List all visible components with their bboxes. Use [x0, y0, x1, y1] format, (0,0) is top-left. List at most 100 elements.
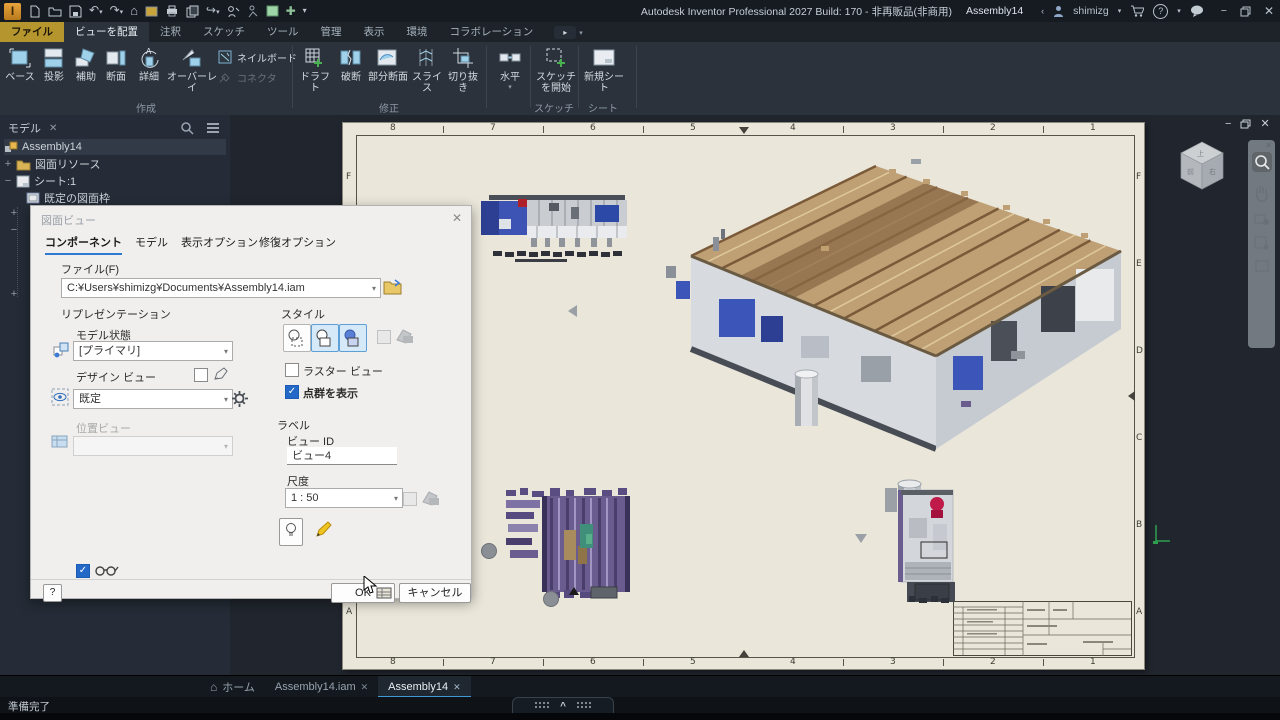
style-hidden-line-button[interactable]: [283, 324, 311, 352]
projected-view-button[interactable]: 投影: [38, 46, 70, 83]
plus-icon[interactable]: ✚: [286, 5, 296, 17]
breakout-button[interactable]: 部分断面: [366, 46, 410, 83]
doc-minimize-button[interactable]: −: [1225, 118, 1231, 130]
qat-overflow-icon[interactable]: ▾: [303, 5, 307, 17]
look-at-icon[interactable]: [1254, 236, 1270, 250]
view-arrow-left[interactable]: [568, 305, 577, 317]
view-plan-bottom[interactable]: [506, 488, 633, 601]
break-button[interactable]: 破断: [336, 46, 366, 83]
help-chevron-icon[interactable]: ▾: [1177, 7, 1181, 15]
file-combo[interactable]: C:¥Users¥shimizg¥Documents¥Assembly14.ia…: [61, 278, 381, 298]
tree-item-default-border[interactable]: 既定の図面枠: [26, 190, 110, 206]
tab-manage[interactable]: 管理: [310, 22, 353, 42]
drawing-view-dialog[interactable]: 図面ビュー ✕ コンポーネント モデル 表示オプション 修復オプション ファイル…: [30, 205, 472, 599]
crop-button[interactable]: 切り抜き: [444, 46, 482, 94]
zoom-orbit-icon[interactable]: [1252, 152, 1272, 172]
minimize-button[interactable]: −: [1221, 5, 1227, 17]
draft-button[interactable]: ドラフト: [296, 46, 334, 94]
tab-file[interactable]: ファイル: [0, 22, 64, 42]
dialog-tab-model[interactable]: モデル: [135, 234, 168, 250]
tab-environments[interactable]: 環境: [396, 22, 439, 42]
chat-icon[interactable]: [1190, 5, 1204, 17]
nailboard-button[interactable]: ネイルボード: [218, 50, 297, 65]
pan-hand-icon[interactable]: [1252, 182, 1272, 202]
cylinder-column[interactable]: [794, 369, 819, 429]
tab-close-icon[interactable]: ✕: [453, 682, 461, 693]
redo-icon[interactable]: ↷▾: [110, 4, 124, 19]
point-cloud-checkbox[interactable]: ✓: [285, 385, 299, 399]
tree-item-assembly[interactable]: Assembly14: [4, 139, 226, 155]
view-cube[interactable]: 上 前 右: [1172, 134, 1232, 196]
screencast-icon[interactable]: ▸: [554, 26, 576, 39]
dock-expand-icon[interactable]: ^: [560, 701, 566, 712]
detail-view-button[interactable]: A 詳細: [131, 46, 167, 83]
tab-tools[interactable]: ツール: [256, 22, 310, 42]
close-button[interactable]: ✕: [1264, 4, 1274, 18]
cancel-button[interactable]: キャンセル: [399, 583, 471, 603]
open-icon[interactable]: [48, 5, 62, 18]
section-view-button[interactable]: 断面: [101, 46, 131, 83]
doc-close-button[interactable]: ✕: [1260, 117, 1269, 130]
overlay-view-button[interactable]: オーバーレイ: [167, 46, 217, 94]
home-icon[interactable]: ⌂: [130, 5, 138, 17]
tree-item-sheet1[interactable]: − シート:1: [4, 173, 76, 189]
screencast-chevron-icon[interactable]: ▾: [579, 29, 583, 37]
horizontal-chevron-icon[interactable]: ▾: [508, 83, 512, 91]
collapse-arrow-icon[interactable]: ‹: [1041, 6, 1044, 16]
design-view-associative-checkbox[interactable]: [194, 368, 208, 382]
zoom-window-icon[interactable]: [1254, 212, 1270, 226]
base-view-button[interactable]: ベース: [2, 46, 38, 83]
browser-tab-label[interactable]: モデル: [8, 120, 41, 136]
view-elevation-right[interactable]: [879, 484, 963, 609]
doc-restore-button[interactable]: [1240, 119, 1251, 129]
browser-close-icon[interactable]: ✕: [49, 123, 57, 134]
tab-place-views[interactable]: ビューを配置: [64, 22, 149, 42]
scale-combo[interactable]: 1 : 50▾: [285, 488, 403, 508]
title-block[interactable]: [953, 601, 1132, 656]
tab-assembly14-dwg[interactable]: Assembly14 ✕: [378, 676, 470, 698]
window-green-icon[interactable]: [266, 5, 279, 17]
view-id-input[interactable]: ビュー4: [287, 447, 397, 465]
copy-icon[interactable]: [186, 5, 199, 18]
tab-collaborate[interactable]: コラボレーション: [439, 22, 545, 42]
raster-view-checkbox[interactable]: [285, 363, 299, 377]
grip-dot[interactable]: [543, 591, 559, 607]
start-sketch-button[interactable]: スケッチを開始: [534, 46, 578, 94]
user-name[interactable]: shimizg: [1073, 5, 1109, 17]
sketch-person-icon[interactable]: [227, 5, 240, 18]
style-shaded-button[interactable]: [339, 324, 367, 352]
dialog-tab-recovery-options[interactable]: 修復オプション: [259, 234, 336, 250]
restore-button[interactable]: [1240, 6, 1251, 17]
view-face-icon[interactable]: [1255, 260, 1269, 272]
undo-icon[interactable]: ↶▾: [89, 4, 103, 19]
dialog-tab-display-options[interactable]: 表示オプション: [181, 234, 258, 250]
slice-button[interactable]: スライス: [410, 46, 444, 94]
tab-close-icon[interactable]: ✕: [361, 682, 369, 693]
view-arrow-down[interactable]: [855, 534, 867, 543]
help-icon[interactable]: ?: [1153, 4, 1168, 19]
material-swatch-icon[interactable]: [145, 6, 158, 17]
browse-file-icon[interactable]: [383, 278, 402, 295]
collapse-icon[interactable]: −: [4, 175, 12, 187]
style-hidden-line-removed-button[interactable]: [311, 324, 339, 352]
preview-checkbox[interactable]: ✓: [76, 564, 90, 578]
dialog-close-icon[interactable]: ✕: [452, 211, 462, 225]
new-file-icon[interactable]: [28, 5, 41, 18]
horizontal-button[interactable]: 水平 ▾: [492, 46, 528, 91]
pencil-lock-icon[interactable]: [212, 366, 230, 382]
tab-assembly14-iam[interactable]: Assembly14.iam ✕: [265, 676, 378, 698]
tab-annotate[interactable]: 注釈: [149, 22, 192, 42]
auxiliary-view-button[interactable]: 補助: [71, 46, 101, 83]
marking-menu-dock[interactable]: ^: [512, 697, 614, 714]
navbar-close-icon[interactable]: ✕: [1265, 141, 1272, 150]
browser-menu-icon[interactable]: [206, 122, 220, 134]
model-state-combo[interactable]: [プライマリ]▾: [73, 341, 233, 361]
user-menu-chevron-icon[interactable]: ▾: [1118, 7, 1122, 15]
view-elevation-top[interactable]: [479, 189, 633, 263]
cart-icon[interactable]: [1130, 5, 1144, 17]
settings-gear-icon[interactable]: [231, 390, 248, 407]
edit-pencil-icon[interactable]: [313, 518, 335, 540]
person-run-icon[interactable]: [247, 5, 259, 18]
return-icon[interactable]: ↪▾: [206, 4, 220, 19]
dialog-help-button[interactable]: ?: [43, 584, 62, 602]
